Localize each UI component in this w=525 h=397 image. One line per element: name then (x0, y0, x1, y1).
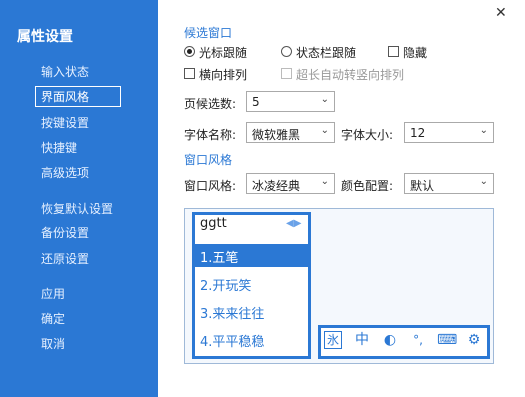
chevron-down-icon: ⌄ (320, 125, 329, 136)
per-page-value: 5 (252, 95, 260, 109)
ice-icon: 氷 (324, 331, 342, 349)
half-moon-icon: ◐ (383, 332, 397, 348)
label-horizontal: 横向排列 (199, 68, 248, 82)
chevron-down-icon: ⌄ (479, 125, 488, 136)
input-code: ggtt (200, 216, 227, 231)
sidebar-item-backup[interactable]: 备份设置 (41, 224, 89, 241)
sidebar-item-input-state[interactable]: 输入状态 (41, 63, 89, 80)
label-follow-cursor: 光标跟随 (199, 46, 248, 60)
checkbox-hide[interactable] (388, 46, 399, 57)
sidebar-item-restore[interactable]: 还原设置 (41, 250, 89, 267)
select-font-size[interactable]: 12 ⌄ (404, 122, 494, 143)
page-arrows-icon: ◀▶ (286, 218, 302, 229)
select-window-style[interactable]: 冰凌经典 ⌄ (246, 173, 335, 194)
select-per-page[interactable]: 5 ⌄ (246, 91, 335, 112)
sidebar-item-ui-style[interactable]: 界面风格 (35, 86, 121, 107)
font-name-value: 微软雅黑 (252, 128, 301, 142)
checkbox-horizontal[interactable] (184, 68, 195, 79)
sidebar-item-advanced[interactable]: 高级选项 (41, 164, 89, 181)
label-window-style: 窗口风格: (184, 179, 237, 193)
ok-button[interactable]: 确定 (41, 310, 65, 327)
label-font-size: 字体大小: (341, 128, 394, 142)
punctuation-icon: °, (413, 333, 423, 347)
label-per-page: 页候选数: (184, 97, 237, 111)
chevron-down-icon: ⌄ (320, 176, 329, 187)
window-style-value: 冰凌经典 (252, 179, 301, 193)
section-candidate-window: 候选窗口 (184, 26, 233, 40)
candidate-item: 2.开玩笑 (200, 279, 252, 294)
label-follow-statusbar: 状态栏跟随 (296, 46, 357, 60)
chinese-mode-icon: 中 (355, 332, 369, 348)
sidebar-item-restore-default[interactable]: 恢复默认设置 (41, 200, 113, 217)
sidebar: 属性设置 输入状态 界面风格 按键设置 快捷键 高级选项 恢复默认设置 备份设置… (0, 0, 158, 397)
sidebar-item-key-settings[interactable]: 按键设置 (41, 114, 89, 131)
radio-follow-statusbar[interactable] (281, 46, 292, 57)
cancel-button[interactable]: 取消 (41, 335, 65, 352)
keyboard-icon: ⌨ (437, 332, 458, 348)
sidebar-title: 属性设置 (17, 29, 73, 45)
close-icon[interactable]: ✕ (495, 5, 507, 21)
sidebar-item-shortcuts[interactable]: 快捷键 (41, 139, 77, 156)
section-window-style: 窗口风格 (184, 153, 233, 167)
chevron-down-icon: ⌄ (479, 176, 488, 187)
candidate-item: 4.平平稳稳 (200, 335, 265, 350)
label-hide: 隐藏 (403, 46, 428, 60)
label-color-config: 颜色配置: (341, 179, 394, 193)
select-color-config[interactable]: 默认 ⌄ (404, 173, 494, 194)
apply-button[interactable]: 应用 (41, 285, 65, 302)
radio-follow-cursor[interactable] (184, 46, 195, 57)
font-size-value: 12 (410, 126, 426, 140)
select-font-name[interactable]: 微软雅黑 ⌄ (246, 122, 335, 143)
chevron-down-icon: ⌄ (320, 94, 329, 105)
label-auto-vertical: 超长自动转竖向排列 (296, 68, 405, 82)
color-config-value: 默认 (410, 179, 435, 193)
label-font-name: 字体名称: (184, 128, 237, 142)
gear-icon: ⚙ (467, 332, 481, 348)
checkbox-auto-vertical[interactable] (281, 68, 292, 79)
candidate-item: 3.来来往往 (200, 307, 265, 322)
candidate-item: 1.五笔 (195, 244, 308, 267)
